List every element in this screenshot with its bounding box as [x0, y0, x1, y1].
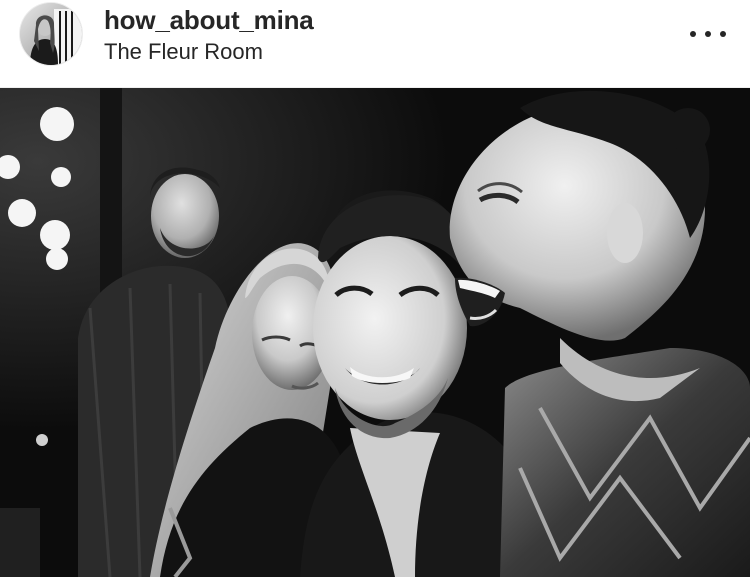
more-horizontal-icon: [720, 31, 726, 37]
post-photo-illustration: [0, 88, 750, 577]
more-options-button[interactable]: [690, 22, 726, 46]
post-photo[interactable]: [0, 88, 750, 577]
instagram-post: how_about_mina The Fleur Room: [0, 0, 750, 577]
location-link[interactable]: The Fleur Room: [104, 41, 263, 63]
more-horizontal-icon: [690, 31, 696, 37]
username-link[interactable]: how_about_mina: [104, 7, 314, 33]
more-horizontal-icon: [705, 31, 711, 37]
post-header: how_about_mina The Fleur Room: [0, 0, 750, 88]
profile-avatar[interactable]: [20, 3, 82, 65]
avatar-image: [20, 3, 82, 65]
